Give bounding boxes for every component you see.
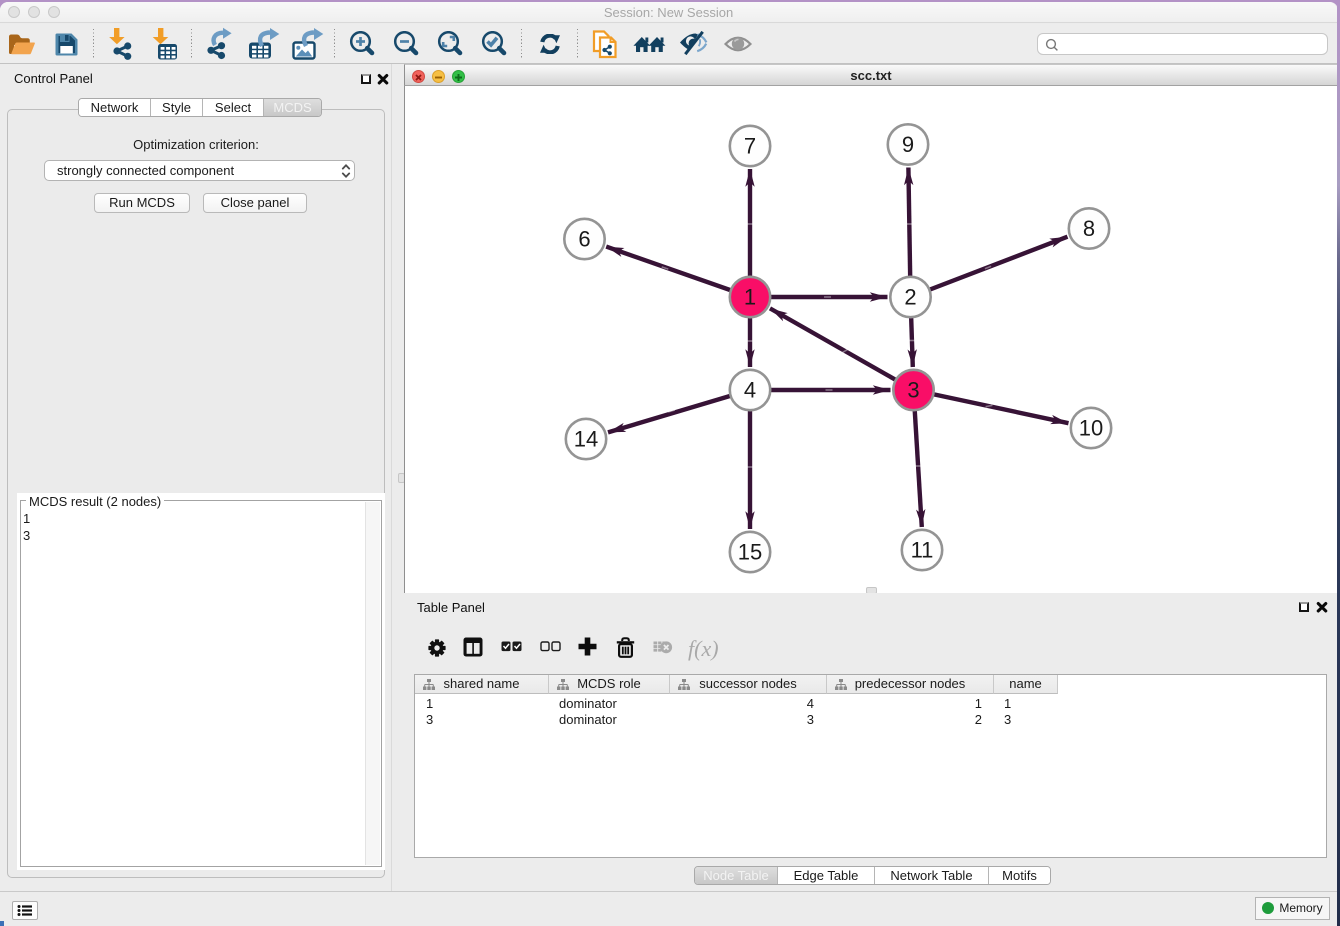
svg-text:4: 4: [744, 378, 756, 403]
svg-text:15: 15: [738, 540, 762, 565]
svg-text:2: 2: [904, 285, 916, 310]
svg-text:7: 7: [744, 134, 756, 159]
svg-text:8: 8: [1083, 216, 1095, 241]
svg-text:3: 3: [907, 378, 919, 403]
svg-text:1: 1: [744, 285, 756, 310]
svg-text:9: 9: [902, 132, 914, 157]
svg-text:11: 11: [911, 538, 934, 563]
svg-text:14: 14: [574, 427, 598, 452]
svg-text:10: 10: [1079, 416, 1103, 441]
svg-text:6: 6: [578, 227, 590, 252]
